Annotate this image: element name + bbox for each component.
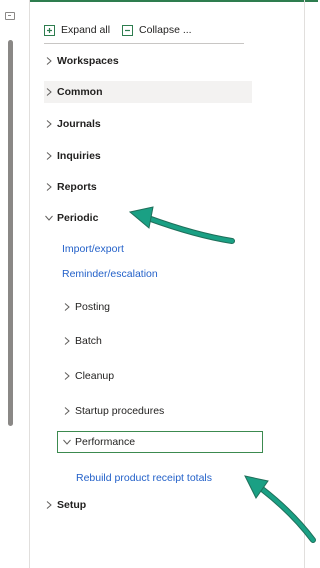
pane-divider [29,0,30,568]
chevron-right-icon [46,120,52,128]
collapse-all-button[interactable]: Collapse ... [122,24,192,36]
collapse-label: Collapse ... [139,24,192,36]
tree-item-workspaces[interactable]: Workspaces [44,50,244,72]
chevron-down-icon [45,215,53,221]
chevron-right-icon [46,501,52,509]
tree-item-journals[interactable]: Journals [44,113,244,135]
tree-item-label: Journals [57,118,101,130]
chevron-right-icon [46,88,52,96]
link-reminder-escalation[interactable]: Reminder/escalation [62,268,158,280]
link-rebuild-product-receipt-totals[interactable]: Rebuild product receipt totals [76,472,212,484]
chevron-right-icon [64,407,70,415]
tree-item-batch[interactable]: Batch [62,330,242,352]
top-accent-bar [30,0,318,2]
link-import-export[interactable]: Import/export [62,243,124,255]
left-rail [0,0,24,568]
tree-item-label: Posting [75,301,111,313]
tree-item-common[interactable]: Common [44,81,252,103]
navigation-pane: Expand all Collapse ... Workspaces Commo… [0,0,318,568]
tree-item-label: Performance [75,436,136,448]
annotation-arrow-rebuild [244,475,316,543]
collapse-icon [122,24,134,36]
tree-item-cleanup[interactable]: Cleanup [62,365,242,387]
chevron-right-icon [64,303,70,311]
tree-toolbar: Expand all Collapse ... [44,20,192,40]
annotation-arrow-periodic [128,206,235,244]
pane-divider-right [304,0,305,568]
chevron-right-icon [46,183,52,191]
tree-item-periodic[interactable]: Periodic [44,207,144,229]
tree-item-performance[interactable]: Performance [57,431,263,453]
tree-item-label: Cleanup [75,370,115,382]
pin-icon[interactable] [5,12,15,20]
chevron-down-icon [63,439,71,445]
tree-item-label: Workspaces [57,55,119,67]
expand-all-button[interactable]: Expand all [44,24,110,36]
tree-item-reports[interactable]: Reports [44,176,244,198]
tree-item-inquiries[interactable]: Inquiries [44,145,244,167]
vertical-scrollbar[interactable] [8,40,13,426]
tree-item-label: Startup procedures [75,405,165,417]
tree-item-label: Inquiries [57,150,101,162]
toolbar-divider [44,43,244,44]
tree-item-posting[interactable]: Posting [62,296,242,318]
chevron-right-icon [46,152,52,160]
chevron-right-icon [64,337,70,345]
tree-item-startup-procedures[interactable]: Startup procedures [62,400,242,422]
tree-item-label: Setup [57,499,87,511]
tree-item-label: Periodic [57,212,99,224]
expand-all-label: Expand all [61,24,111,36]
chevron-right-icon [64,372,70,380]
tree-item-label: Common [57,86,103,98]
tree-item-label: Reports [57,181,97,193]
tree-item-label: Batch [75,335,102,347]
chevron-right-icon [46,57,52,65]
expand-all-icon [44,24,55,36]
tree-item-setup[interactable]: Setup [44,494,244,516]
